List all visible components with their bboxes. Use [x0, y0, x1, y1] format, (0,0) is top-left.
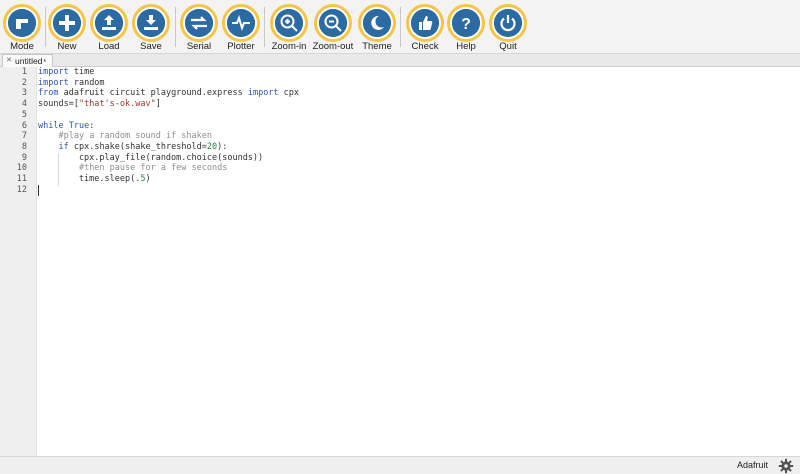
zoom-out-icon — [319, 9, 347, 37]
code-editor[interactable]: import time import random from adafruit … — [38, 67, 800, 456]
zoom-in-icon — [275, 9, 303, 37]
line-number: 8 — [21, 141, 27, 152]
code-line: import time — [38, 67, 95, 77]
line-number: 4 — [21, 99, 27, 110]
tab-label: untitled — [15, 56, 43, 66]
plus-icon — [53, 9, 81, 37]
status-bar: Adafruit — [0, 456, 800, 474]
code-line: #then pause for a few seconds — [78, 163, 228, 174]
download-icon — [137, 9, 165, 37]
line-number: 10 — [16, 163, 27, 174]
quit-label: Quit — [499, 41, 517, 52]
mode-icon — [8, 9, 36, 37]
line-number: 11 — [16, 174, 27, 184]
code-line: while True: — [38, 120, 95, 131]
line-number: 3 — [21, 88, 27, 99]
text-cursor — [38, 184, 39, 196]
line-number: 2 — [21, 77, 27, 88]
code-line: if cpx.shake(shake_threshold=20): — [58, 141, 228, 152]
question-icon: ? — [452, 9, 480, 37]
code-line: import random — [38, 77, 105, 88]
line-number: 5 — [21, 109, 27, 120]
moon-icon — [363, 9, 391, 37]
close-icon[interactable]: ✕ — [6, 55, 12, 67]
upload-icon — [95, 9, 123, 37]
code-line: time.sleep(.5) — [38, 174, 151, 184]
thumbs-up-icon — [411, 9, 439, 37]
code-line: sounds=["that's-ok.wav"] — [38, 99, 161, 110]
line-number-gutter: 1 2 3 4 5 6 7 8 9 10 11 12 — [0, 67, 37, 456]
svg-text:?: ? — [461, 16, 471, 33]
gear-icon[interactable] — [778, 458, 794, 474]
power-icon — [494, 9, 522, 37]
line-number: 6 — [21, 120, 27, 131]
modified-marker: * — [43, 59, 47, 66]
tab-untitled[interactable]: ✕ untitled* — [2, 54, 54, 67]
code-line: from adafruit circuit playground.express… — [38, 88, 300, 99]
line-number: 12 — [16, 184, 27, 195]
code-line: #play a random sound if shaken — [58, 131, 213, 142]
toolbar: Mode New Load Save Serial Plotter Zoom-i… — [0, 0, 800, 54]
mode-indicator[interactable]: Adafruit — [737, 460, 768, 470]
tab-bar: ✕ untitled* — [0, 54, 800, 67]
code-line: cpx.play_file(random.choice(sounds)) — [38, 152, 264, 163]
line-number: 7 — [21, 131, 27, 142]
line-number: 9 — [21, 152, 27, 163]
quit-button[interactable]: Quit — [486, 4, 530, 54]
line-number: 1 — [21, 67, 27, 77]
pulse-icon — [227, 9, 255, 37]
serial-arrows-icon — [185, 9, 213, 37]
